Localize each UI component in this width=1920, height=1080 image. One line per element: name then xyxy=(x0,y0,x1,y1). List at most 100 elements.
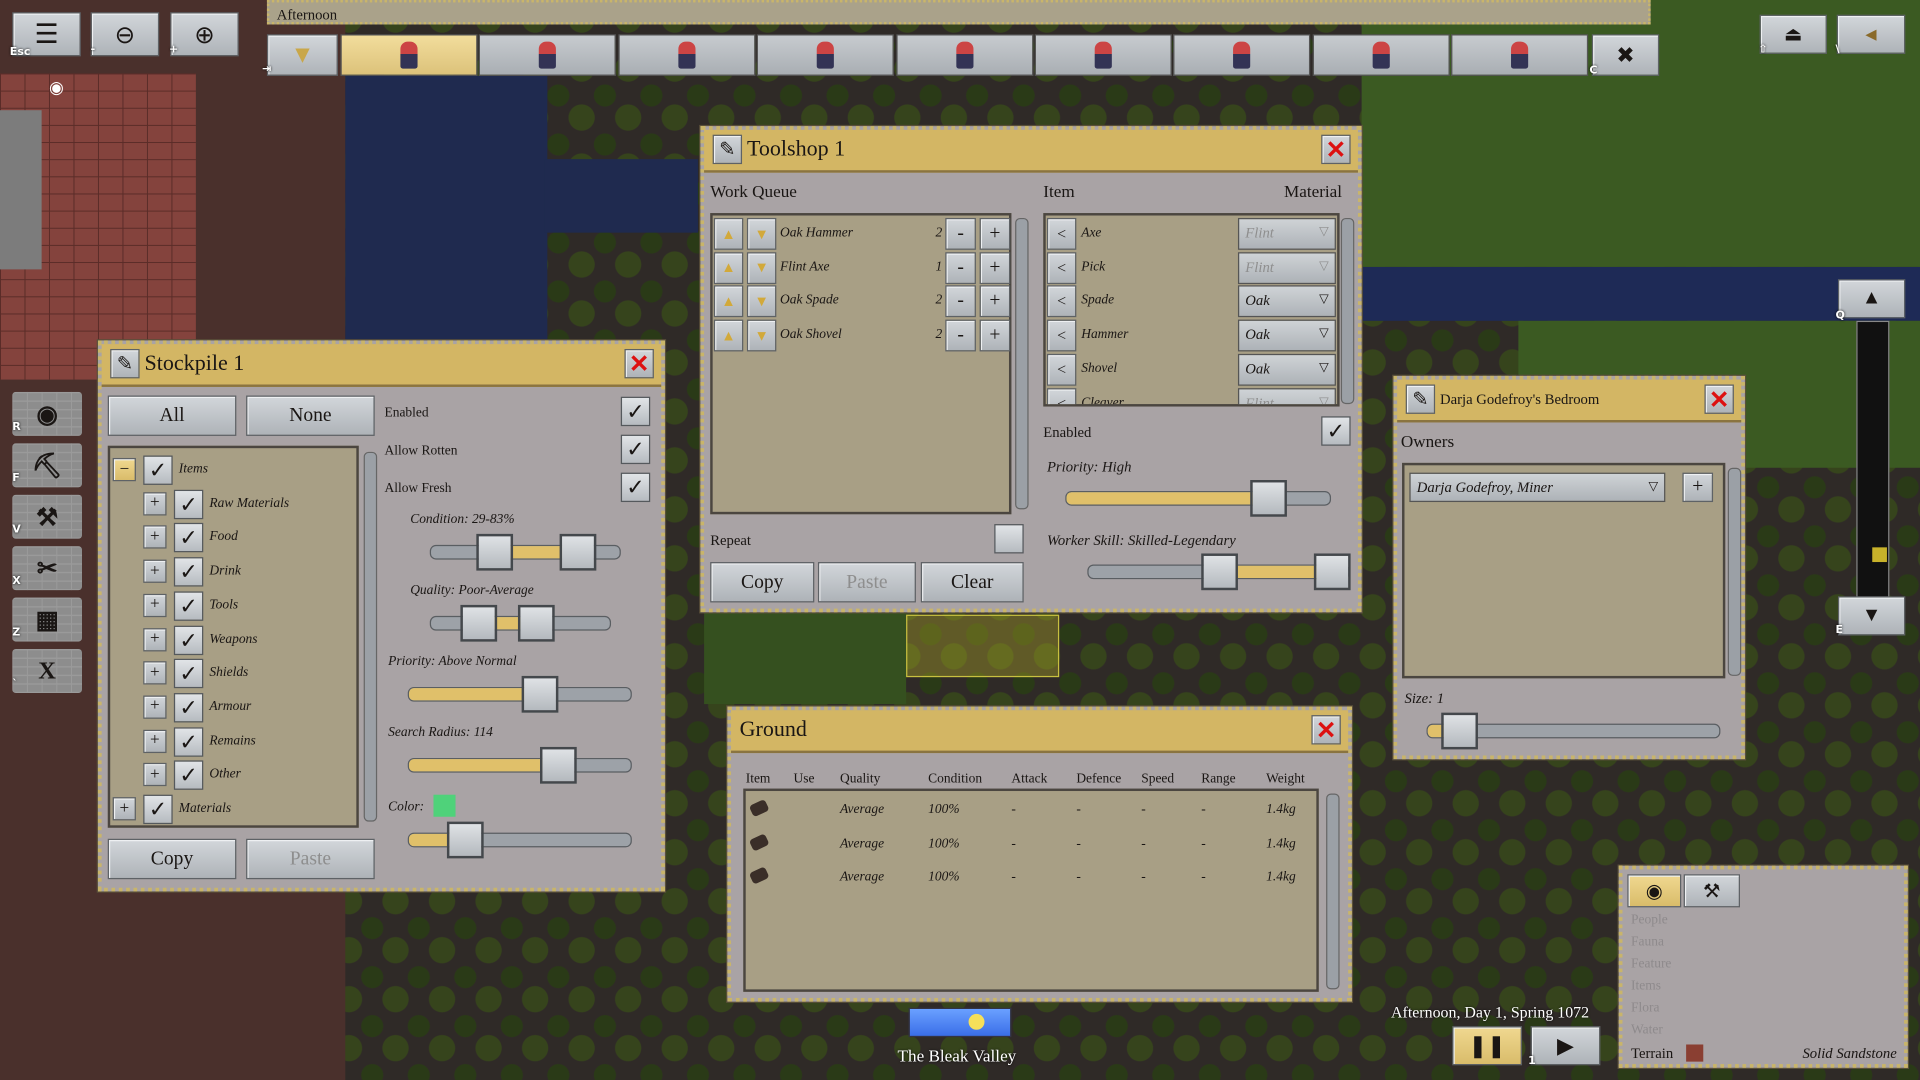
enabled-checkbox[interactable]: ✓ xyxy=(1321,416,1351,446)
select-none-button[interactable]: None xyxy=(246,395,375,436)
tree-checkbox[interactable]: ✓ xyxy=(173,659,204,689)
profession-tab[interactable] xyxy=(895,34,1033,76)
tool-button-cancel[interactable]: X xyxy=(12,648,83,694)
move-up-button[interactable]: ▲ xyxy=(713,251,744,284)
add-to-queue-button[interactable]: < xyxy=(1046,285,1077,318)
increase-button[interactable]: + xyxy=(979,251,1011,284)
profession-tab[interactable] xyxy=(1034,34,1172,76)
ground-header[interactable]: Ground ✕ xyxy=(731,710,1349,754)
material-dropdown[interactable]: Flint ▽ xyxy=(1237,251,1336,284)
expand-button[interactable]: + xyxy=(112,797,136,821)
decrease-button[interactable]: - xyxy=(945,319,976,352)
expand-button[interactable]: + xyxy=(143,525,167,550)
select-all-button[interactable]: All xyxy=(107,395,237,436)
tree-checkbox[interactable]: ✓ xyxy=(173,760,204,791)
size-handle[interactable] xyxy=(1440,712,1478,750)
zoom-out-button[interactable]: ⊖ xyxy=(90,12,160,57)
move-up-button[interactable]: ▲ xyxy=(713,319,744,352)
edit-name-button[interactable]: ✎ xyxy=(712,134,743,165)
worker-skill-min-handle[interactable] xyxy=(1201,553,1238,591)
expand-button[interactable]: + xyxy=(143,627,167,651)
z-level-slider[interactable] xyxy=(1856,320,1890,598)
search-radius-slider[interactable] xyxy=(407,746,632,784)
tool-button-pickaxe[interactable]: ⛏ xyxy=(12,443,83,488)
tree-checkbox[interactable]: ✓ xyxy=(173,523,204,553)
worker-skill-max-handle[interactable] xyxy=(1313,553,1351,591)
decrease-button[interactable]: - xyxy=(945,285,976,318)
material-dropdown[interactable]: Oak ▽ xyxy=(1237,353,1336,386)
quality-slider-max-handle[interactable] xyxy=(517,604,555,642)
profession-tab[interactable] xyxy=(1173,34,1311,76)
color-swatch[interactable] xyxy=(433,794,456,817)
owner-dropdown[interactable]: Darja Godefroy, Miner ▽ xyxy=(1409,472,1666,503)
tree-checkbox[interactable]: ✓ xyxy=(173,591,204,621)
expand-button[interactable]: + xyxy=(143,593,167,617)
add-to-queue-button[interactable]: < xyxy=(1046,251,1077,284)
condition-slider-max-handle[interactable] xyxy=(559,533,596,571)
tree-checkbox[interactable]: ✓ xyxy=(173,489,204,519)
increase-button[interactable]: + xyxy=(979,217,1011,250)
z-level-down-button[interactable]: ▼ xyxy=(1837,596,1906,636)
tree-row[interactable]: + ✓ Weapons xyxy=(110,624,355,656)
play-button[interactable]: ▶ xyxy=(1530,1026,1601,1066)
tool-button-cut-tree[interactable]: ✂ xyxy=(12,546,83,591)
move-up-button[interactable]: ▲ xyxy=(713,285,744,318)
tree-checkbox[interactable]: ✓ xyxy=(173,726,204,757)
decrease-button[interactable]: - xyxy=(945,251,976,284)
close-button[interactable]: ✕ xyxy=(1321,134,1351,165)
tree-checkbox[interactable]: ✓ xyxy=(143,455,173,485)
info-tab-tools[interactable]: ⚒ xyxy=(1683,874,1741,908)
search-radius-slider-handle[interactable] xyxy=(540,746,577,784)
item-scrollbar[interactable] xyxy=(1340,217,1355,405)
zoom-in-button[interactable]: ⊕ xyxy=(170,12,239,57)
toolshop-header[interactable]: ✎ Toolshop 1 ✕ xyxy=(704,129,1358,173)
add-owner-button[interactable]: + xyxy=(1682,472,1714,503)
condition-slider[interactable] xyxy=(429,533,621,571)
increase-button[interactable]: + xyxy=(979,319,1011,352)
add-to-queue-button[interactable]: < xyxy=(1046,387,1077,405)
move-up-button[interactable]: ▲ xyxy=(713,217,744,250)
edit-name-button[interactable]: ✎ xyxy=(1405,384,1436,414)
option-checkbox[interactable]: ✓ xyxy=(620,396,651,427)
ground-scrollbar[interactable] xyxy=(1326,793,1340,990)
increase-button[interactable]: + xyxy=(979,285,1011,318)
option-checkbox[interactable]: ✓ xyxy=(620,434,651,465)
priority-handle[interactable] xyxy=(1249,480,1287,517)
close-button[interactable]: ✕ xyxy=(624,348,654,379)
material-dropdown[interactable]: Oak ▽ xyxy=(1237,285,1336,318)
quality-slider-min-handle[interactable] xyxy=(459,604,497,642)
profession-tab[interactable] xyxy=(479,34,617,76)
table-row[interactable]: Average 100% - - - - 1.4kg xyxy=(746,797,1317,826)
profession-tab[interactable] xyxy=(618,34,756,76)
option-checkbox[interactable]: ✓ xyxy=(620,472,651,503)
tree-checkbox[interactable]: ✓ xyxy=(173,692,204,723)
tree-row[interactable]: + ✓ Tools xyxy=(110,590,355,622)
move-down-button[interactable]: ▼ xyxy=(746,251,777,284)
tool-button-eye[interactable]: ◉ xyxy=(12,391,83,436)
copy-button[interactable]: Copy xyxy=(107,838,237,880)
clear-button[interactable]: Clear xyxy=(920,562,1024,603)
move-down-button[interactable]: ▼ xyxy=(746,285,777,318)
close-button[interactable]: ✕ xyxy=(1311,715,1341,745)
expand-button[interactable]: + xyxy=(143,559,167,583)
tree-row[interactable]: + ✓ Materials xyxy=(110,793,355,825)
decrease-button[interactable]: - xyxy=(945,217,976,250)
tool-button-hammer[interactable]: ⚒ xyxy=(12,494,83,539)
table-row[interactable]: Average 100% - - - - 1.4kg xyxy=(746,831,1317,860)
tree-row[interactable]: + ✓ Raw Materials xyxy=(110,488,355,520)
edit-name-button[interactable]: ✎ xyxy=(110,348,140,379)
profession-tab[interactable] xyxy=(1312,34,1450,76)
z-level-up-button[interactable]: ▲ xyxy=(1837,279,1906,319)
move-down-button[interactable]: ▼ xyxy=(746,319,777,352)
expand-button[interactable]: + xyxy=(143,763,167,787)
pause-button[interactable]: ❚❚ xyxy=(1452,1026,1523,1066)
priority-slider[interactable] xyxy=(1065,480,1332,517)
add-to-queue-button[interactable]: < xyxy=(1046,353,1077,386)
tree-checkbox[interactable]: ✓ xyxy=(173,557,204,587)
owners-scrollbar[interactable] xyxy=(1727,467,1742,676)
table-row[interactable]: Average 100% - - - - 1.4kg xyxy=(746,865,1317,894)
add-to-queue-button[interactable]: < xyxy=(1046,217,1077,250)
priority-slider-handle[interactable] xyxy=(521,675,559,713)
close-button[interactable]: ✕ xyxy=(1704,384,1734,414)
size-slider[interactable] xyxy=(1426,712,1721,750)
